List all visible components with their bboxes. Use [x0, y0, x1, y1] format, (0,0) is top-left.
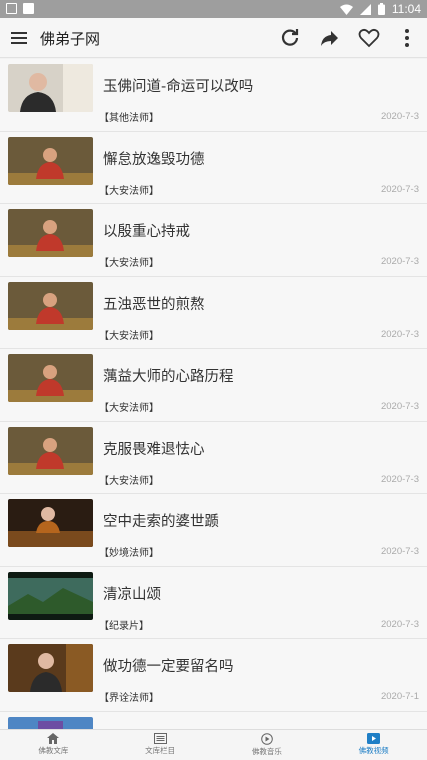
video-thumbnail [8, 716, 93, 729]
share-icon[interactable] [317, 26, 341, 50]
video-thumbnail [8, 426, 93, 475]
app-notification-icon [23, 3, 34, 14]
tab-columns[interactable]: 文库栏目 [107, 730, 214, 760]
tab-label: 佛教视频 [358, 746, 389, 755]
home-icon [47, 733, 60, 744]
menu-icon[interactable] [10, 29, 28, 47]
wifi-icon [339, 4, 353, 15]
bottom-navigation: 佛教文库 文库栏目 佛教音乐 佛教视频 [0, 729, 427, 760]
publish-date: 2020-7-3 [380, 111, 419, 122]
video-title: 懈怠放逸毁功德 [103, 151, 205, 168]
notification-icon [6, 3, 17, 14]
favorite-icon[interactable] [357, 26, 381, 50]
refresh-icon[interactable] [278, 26, 302, 50]
video-thumbnail [8, 209, 93, 257]
list-item[interactable]: 做功德一定要留名吗 【界诠法师】 2020-7-1 [0, 639, 427, 712]
battery-icon [377, 3, 385, 15]
category-label: 【纪录片】 [99, 620, 149, 632]
category-label: 【大安法师】 [99, 185, 159, 197]
list-item[interactable]: 空中走索的婆世踬 【妙境法师】 2020-7-3 [0, 494, 427, 567]
video-thumbnail [8, 354, 93, 402]
category-label: 【大安法师】 [99, 330, 159, 342]
tab-label: 佛教文库 [38, 746, 69, 755]
list-icon [153, 733, 167, 744]
clock: 11:04 [391, 2, 421, 16]
signal-icon [359, 3, 371, 15]
category-label: 【大安法师】 [99, 403, 159, 414]
publish-date: 2020-7-3 [380, 256, 419, 267]
video-title: 克服畏难退怯心 [103, 441, 205, 458]
tab-music[interactable]: 佛教音乐 [214, 730, 321, 760]
publish-date: 2020-7-3 [380, 546, 419, 557]
list-item[interactable]: 以殷重心持戒 【大安法师】 2020-7-3 [0, 204, 427, 277]
list-item[interactable]: 克服畏难退怯心 【大安法师】 2020-7-3 [0, 421, 427, 494]
list-item[interactable]: 懈怠放逸毁功德 【大安法师】 2020-7-3 [0, 131, 427, 204]
app-bar: 佛弟子网 [0, 18, 427, 58]
video-title: 清凉山颂 [103, 586, 161, 603]
video-title: 做功德一定要留名吗 [103, 659, 234, 675]
video-title: 玉佛问道-命运可以改吗 [103, 79, 254, 95]
more-options-icon[interactable] [395, 26, 419, 50]
video-thumbnail [8, 644, 93, 692]
music-icon [261, 733, 273, 745]
publish-date: 2020-7-3 [380, 473, 419, 485]
publish-date: 2020-7-1 [380, 691, 419, 702]
status-bar: 11:04 [0, 0, 427, 18]
video-thumbnail [8, 499, 93, 547]
video-title: 蕅益大师的心路历程 [103, 369, 234, 385]
video-title: 空中走索的婆世踬 [103, 514, 219, 530]
page-title: 佛弟子网 [40, 30, 101, 48]
tab-video[interactable]: 佛教视频 [320, 730, 427, 760]
list-item-partial[interactable] [0, 711, 427, 729]
video-title: 以殷重心持戒 [103, 224, 190, 240]
publish-date: 2020-7-3 [380, 401, 419, 412]
list-item[interactable]: 五浊恶世的煎熬 【大安法师】 2020-7-3 [0, 276, 427, 349]
video-thumbnail [8, 281, 93, 330]
tab-label: 佛教音乐 [251, 747, 282, 756]
tab-library[interactable]: 佛教文库 [0, 730, 107, 760]
video-thumbnail [8, 64, 93, 112]
video-list: 玉佛问道-命运可以改吗 【其他法师】 2020-7-3 懈怠放逸毁功德 【大安法… [0, 59, 427, 729]
category-label: 【大安法师】 [99, 475, 159, 487]
list-item[interactable]: 蕅益大师的心路历程 【大安法师】 2020-7-3 [0, 349, 427, 422]
video-thumbnail [8, 571, 93, 620]
list-item[interactable]: 清凉山颂 【纪录片】 2020-7-3 [0, 566, 427, 639]
category-label: 【界诠法师】 [99, 693, 159, 704]
category-label: 【妙境法师】 [99, 548, 159, 559]
video-thumbnail [8, 136, 93, 185]
publish-date: 2020-7-3 [380, 183, 419, 195]
publish-date: 2020-7-3 [380, 618, 419, 630]
video-title: 五浊恶世的煎熬 [103, 296, 205, 313]
publish-date: 2020-7-3 [380, 328, 419, 340]
category-label: 【其他法师】 [99, 113, 159, 124]
category-label: 【大安法师】 [99, 258, 159, 269]
tab-label: 文库栏目 [145, 746, 176, 755]
list-item[interactable]: 玉佛问道-命运可以改吗 【其他法师】 2020-7-3 [0, 59, 427, 132]
video-icon [367, 733, 381, 744]
